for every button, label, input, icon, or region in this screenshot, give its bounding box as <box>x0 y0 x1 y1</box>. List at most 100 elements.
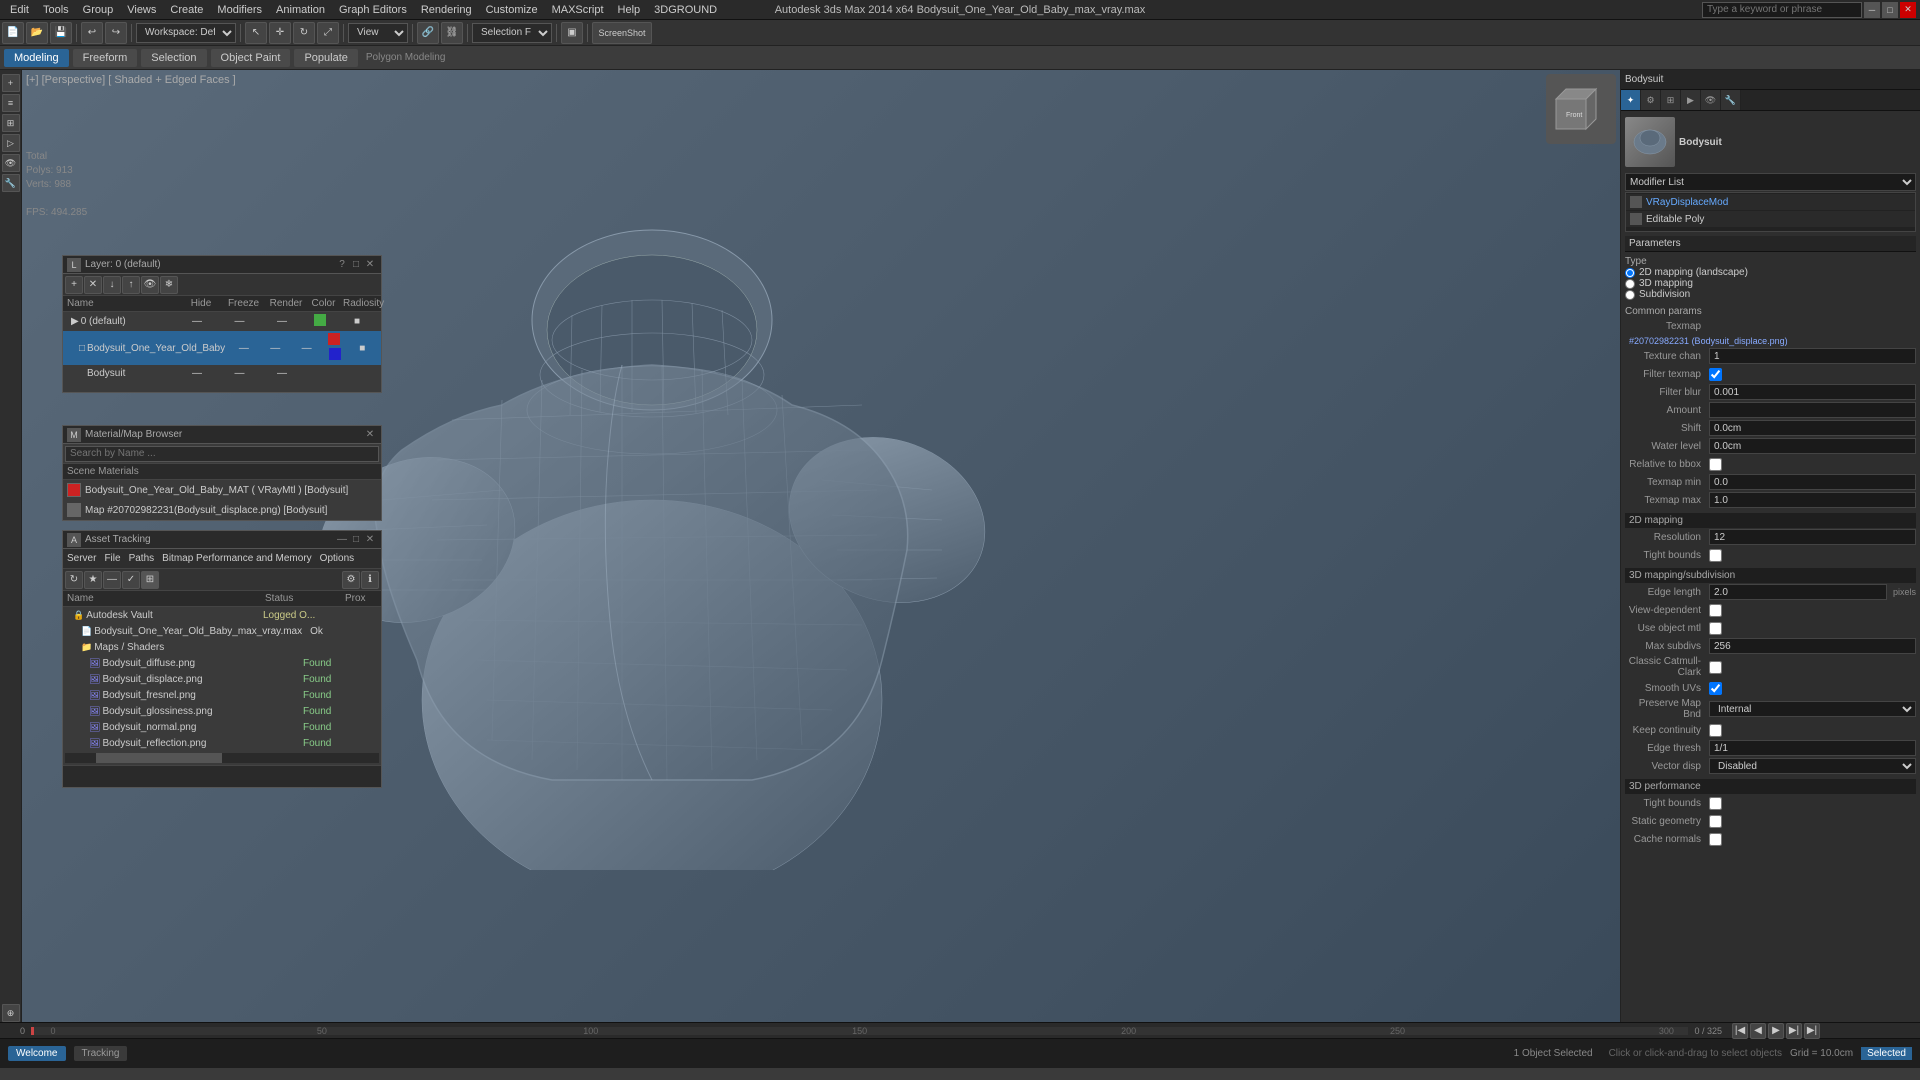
modifier-list-select[interactable]: Modifier List <box>1625 173 1916 191</box>
layer-panel-header[interactable]: L Layer: 0 (default) ? □ ✕ <box>63 256 381 274</box>
menu-customize[interactable]: Customize <box>480 2 544 18</box>
cache-normals-checkbox[interactable] <box>1709 833 1722 846</box>
modifier-checkbox-poly[interactable] <box>1630 213 1642 225</box>
link-btn[interactable]: 🔗 <box>417 22 439 44</box>
layer-select-btn[interactable]: ↑ <box>122 276 140 294</box>
save-btn[interactable]: 💾 <box>50 22 72 44</box>
type-radio-2d-input[interactable] <box>1625 268 1635 278</box>
menu-create[interactable]: Create <box>164 2 209 18</box>
material-panel-close[interactable]: ✕ <box>363 428 377 442</box>
material-row-0[interactable]: Bodysuit_One_Year_Old_Baby_MAT ( VRayMtl… <box>63 480 381 500</box>
asset-row-0[interactable]: 🔒 Autodesk Vault Logged O... <box>63 607 381 623</box>
texmap-max-input[interactable] <box>1709 492 1916 508</box>
keep-continuity-checkbox[interactable] <box>1709 724 1722 737</box>
edge-thresh-input[interactable] <box>1709 740 1916 756</box>
texmap-min-input[interactable] <box>1709 474 1916 490</box>
layer-delete-btn[interactable]: ✕ <box>84 276 102 294</box>
type-radio-subdiv[interactable]: Subdivision <box>1625 289 1916 300</box>
unlink-btn[interactable]: ⛓ <box>441 22 463 44</box>
type-radio-3d-input[interactable] <box>1625 279 1635 289</box>
asset-panel-header[interactable]: A Asset Tracking — □ ✕ <box>63 531 381 549</box>
rp-tab-utilities[interactable]: 🔧 <box>1721 90 1741 110</box>
material-search-input[interactable] <box>65 446 379 462</box>
undo-btn[interactable]: ↩ <box>81 22 103 44</box>
relative-checkbox[interactable] <box>1709 458 1722 471</box>
material-row-1[interactable]: Map #20702982231(Bodysuit_displace.png) … <box>63 500 381 520</box>
menu-modifiers[interactable]: Modifiers <box>211 2 268 18</box>
search-input[interactable] <box>1702 2 1862 18</box>
asset-menu-server[interactable]: Server <box>67 553 96 564</box>
nav-cube[interactable]: Front <box>1546 74 1616 144</box>
mode-tab-modeling[interactable]: Modeling <box>4 49 69 67</box>
sidebar-modify-btn[interactable]: ≡ <box>2 94 20 112</box>
asset-panel-close[interactable]: ✕ <box>363 533 377 547</box>
tight-bounds2-checkbox[interactable] <box>1709 797 1722 810</box>
asset-row-1[interactable]: 📄 Bodysuit_One_Year_Old_Baby_max_vray.ma… <box>63 623 381 639</box>
mode-tab-populate[interactable]: Populate <box>294 49 357 67</box>
play-btn[interactable]: ▶ <box>1768 1023 1784 1039</box>
mode-tab-freeform[interactable]: Freeform <box>73 49 138 67</box>
scale-btn[interactable]: ⤢ <box>317 22 339 44</box>
layer-freeze-btn[interactable]: ❄ <box>160 276 178 294</box>
view-select[interactable]: View <box>348 23 408 43</box>
rotate-btn[interactable]: ↻ <box>293 22 315 44</box>
modifier-checkbox-vray[interactable] <box>1630 196 1642 208</box>
menu-help[interactable]: Help <box>612 2 647 18</box>
timeline-track[interactable]: 0 50 100 150 200 250 300 <box>31 1027 1688 1035</box>
max-subdivs-input[interactable] <box>1709 638 1916 654</box>
static-geom-checkbox[interactable] <box>1709 815 1722 828</box>
amount-input[interactable] <box>1709 402 1916 418</box>
status-tab-welcome[interactable]: Welcome <box>8 1046 66 1061</box>
move-btn[interactable]: ✛ <box>269 22 291 44</box>
layer-hide-btn[interactable]: 👁 <box>141 276 159 294</box>
restore-button[interactable]: □ <box>1882 2 1898 18</box>
sidebar-create-btn[interactable]: + <box>2 74 20 92</box>
screenshot-btn[interactable]: ScreenShot <box>592 22 652 44</box>
type-radio-subdiv-input[interactable] <box>1625 290 1635 300</box>
viewport-container[interactable]: [+] [Perspective] [ Shaded + Edged Faces… <box>22 70 1620 1022</box>
asset-row-4[interactable]: 🖼 Bodysuit_displace.png Found <box>63 671 381 687</box>
menu-animation[interactable]: Animation <box>270 2 331 18</box>
goto-end-btn[interactable]: ▶| <box>1804 1023 1820 1039</box>
layer-new-btn[interactable]: + <box>65 276 83 294</box>
minimize-button[interactable]: ─ <box>1864 2 1880 18</box>
menu-rendering[interactable]: Rendering <box>415 2 478 18</box>
asset-row-5[interactable]: 🖼 Bodysuit_fresnel.png Found <box>63 687 381 703</box>
open-btn[interactable]: 📂 <box>26 22 48 44</box>
asset-row-8[interactable]: 🖼 Bodysuit_reflection.png Found <box>63 735 381 751</box>
water-level-input[interactable] <box>1709 438 1916 454</box>
asset-menu-file[interactable]: File <box>104 553 120 564</box>
use-object-checkbox[interactable] <box>1709 622 1722 635</box>
layer-panel-restore[interactable]: □ <box>349 258 363 272</box>
rp-tab-motion[interactable]: ▶ <box>1681 90 1701 110</box>
layer-row-bodysuit[interactable]: □ Bodysuit_One_Year_Old_Baby — — — ■ <box>63 331 381 365</box>
goto-start-btn[interactable]: |◀ <box>1732 1023 1748 1039</box>
menu-graph-editors[interactable]: Graph Editors <box>333 2 413 18</box>
next-frame-btn[interactable]: ▶| <box>1786 1023 1802 1039</box>
asset-row-2[interactable]: 📁 Maps / Shaders <box>63 639 381 655</box>
layer-row-default[interactable]: ▶ 0 (default) — — — ■ <box>63 312 381 331</box>
layer-add-sel-btn[interactable]: ↓ <box>103 276 121 294</box>
type-radio-3d[interactable]: 3D mapping <box>1625 278 1916 289</box>
layer-panel-close[interactable]: ✕ <box>363 258 377 272</box>
asset-scrollbar[interactable] <box>65 753 379 763</box>
modifier-row-poly[interactable]: Editable Poly <box>1626 211 1915 227</box>
mode-tab-selection[interactable]: Selection <box>141 49 206 67</box>
texture-chan-input[interactable] <box>1709 348 1916 364</box>
rp-tab-display[interactable]: 👁 <box>1701 90 1721 110</box>
asset-settings-btn[interactable]: ⚙ <box>342 571 360 589</box>
select-btn[interactable]: ↖ <box>245 22 267 44</box>
workspace-select[interactable]: Workspace: Default <box>136 23 236 43</box>
menu-edit[interactable]: Edit <box>4 2 35 18</box>
filter-select[interactable]: Selection Filter <box>472 23 552 43</box>
resolution-input[interactable] <box>1709 529 1916 545</box>
asset-highlight-btn[interactable]: ★ <box>84 571 102 589</box>
view-dependent-checkbox[interactable] <box>1709 604 1722 617</box>
menu-tools[interactable]: Tools <box>37 2 75 18</box>
preserve-map-select[interactable]: Internal <box>1709 701 1916 717</box>
redo-btn[interactable]: ↪ <box>105 22 127 44</box>
sidebar-hierarchy-btn[interactable]: ⊞ <box>2 114 20 132</box>
asset-view-btn[interactable]: ⊞ <box>141 571 159 589</box>
menu-3dground[interactable]: 3DGROUND <box>648 2 723 18</box>
sidebar-bottom-btn[interactable]: ⊕ <box>2 1004 20 1022</box>
